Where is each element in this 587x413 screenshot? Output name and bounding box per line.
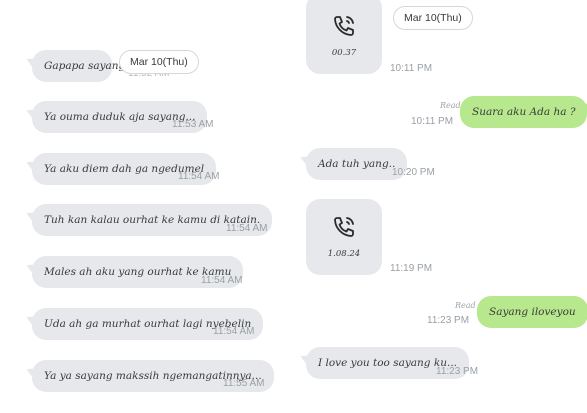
phone-call-icon [334, 217, 354, 237]
call-duration: 00.37 [331, 48, 357, 58]
phone-call-icon [334, 16, 354, 36]
message-time: 11:54 AM [178, 171, 220, 182]
message-bubble-sent[interactable]: Sayang iloveyou [477, 296, 587, 328]
message-time: 11:23 PM [427, 315, 470, 326]
read-receipt: Read [455, 301, 476, 310]
message-time: 11:54 AM [201, 275, 243, 286]
chat-pane-left: Gapapa sayang.. 11:52 AM Mar 10(Thu) Ya … [0, 0, 292, 413]
message-time: 10:11 PM [411, 116, 454, 127]
message-time: 10:20 PM [392, 167, 435, 178]
message-time: 11:55 AM [223, 378, 265, 389]
date-divider: Mar 10(Thu) [119, 50, 199, 74]
chat-pane-right: 00.37 10:11 PM Mar 10(Thu) Read 10:11 PM… [292, 0, 587, 413]
message-time: 10:11 PM [390, 63, 433, 74]
call-bubble[interactable]: 1.08.24 [306, 199, 382, 275]
chat-screenshot: Gapapa sayang.. 11:52 AM Mar 10(Thu) Ya … [0, 0, 587, 413]
call-bubble[interactable]: 00.37 [306, 0, 382, 74]
message-time: 11:23 PM [436, 366, 479, 377]
call-duration: 1.08.24 [327, 249, 361, 259]
read-receipt: Read [440, 101, 461, 110]
date-divider: Mar 10(Thu) [393, 6, 473, 30]
message-time: 11:54 AM [213, 326, 255, 337]
message-bubble[interactable]: Gapapa sayang.. [32, 50, 132, 82]
message-bubble-sent[interactable]: Suara aku Ada ha ? [460, 96, 587, 128]
message-time: 11:19 PM [390, 263, 433, 274]
message-time: 11:54 AM [226, 223, 268, 234]
message-time: 11:53 AM [172, 119, 214, 130]
